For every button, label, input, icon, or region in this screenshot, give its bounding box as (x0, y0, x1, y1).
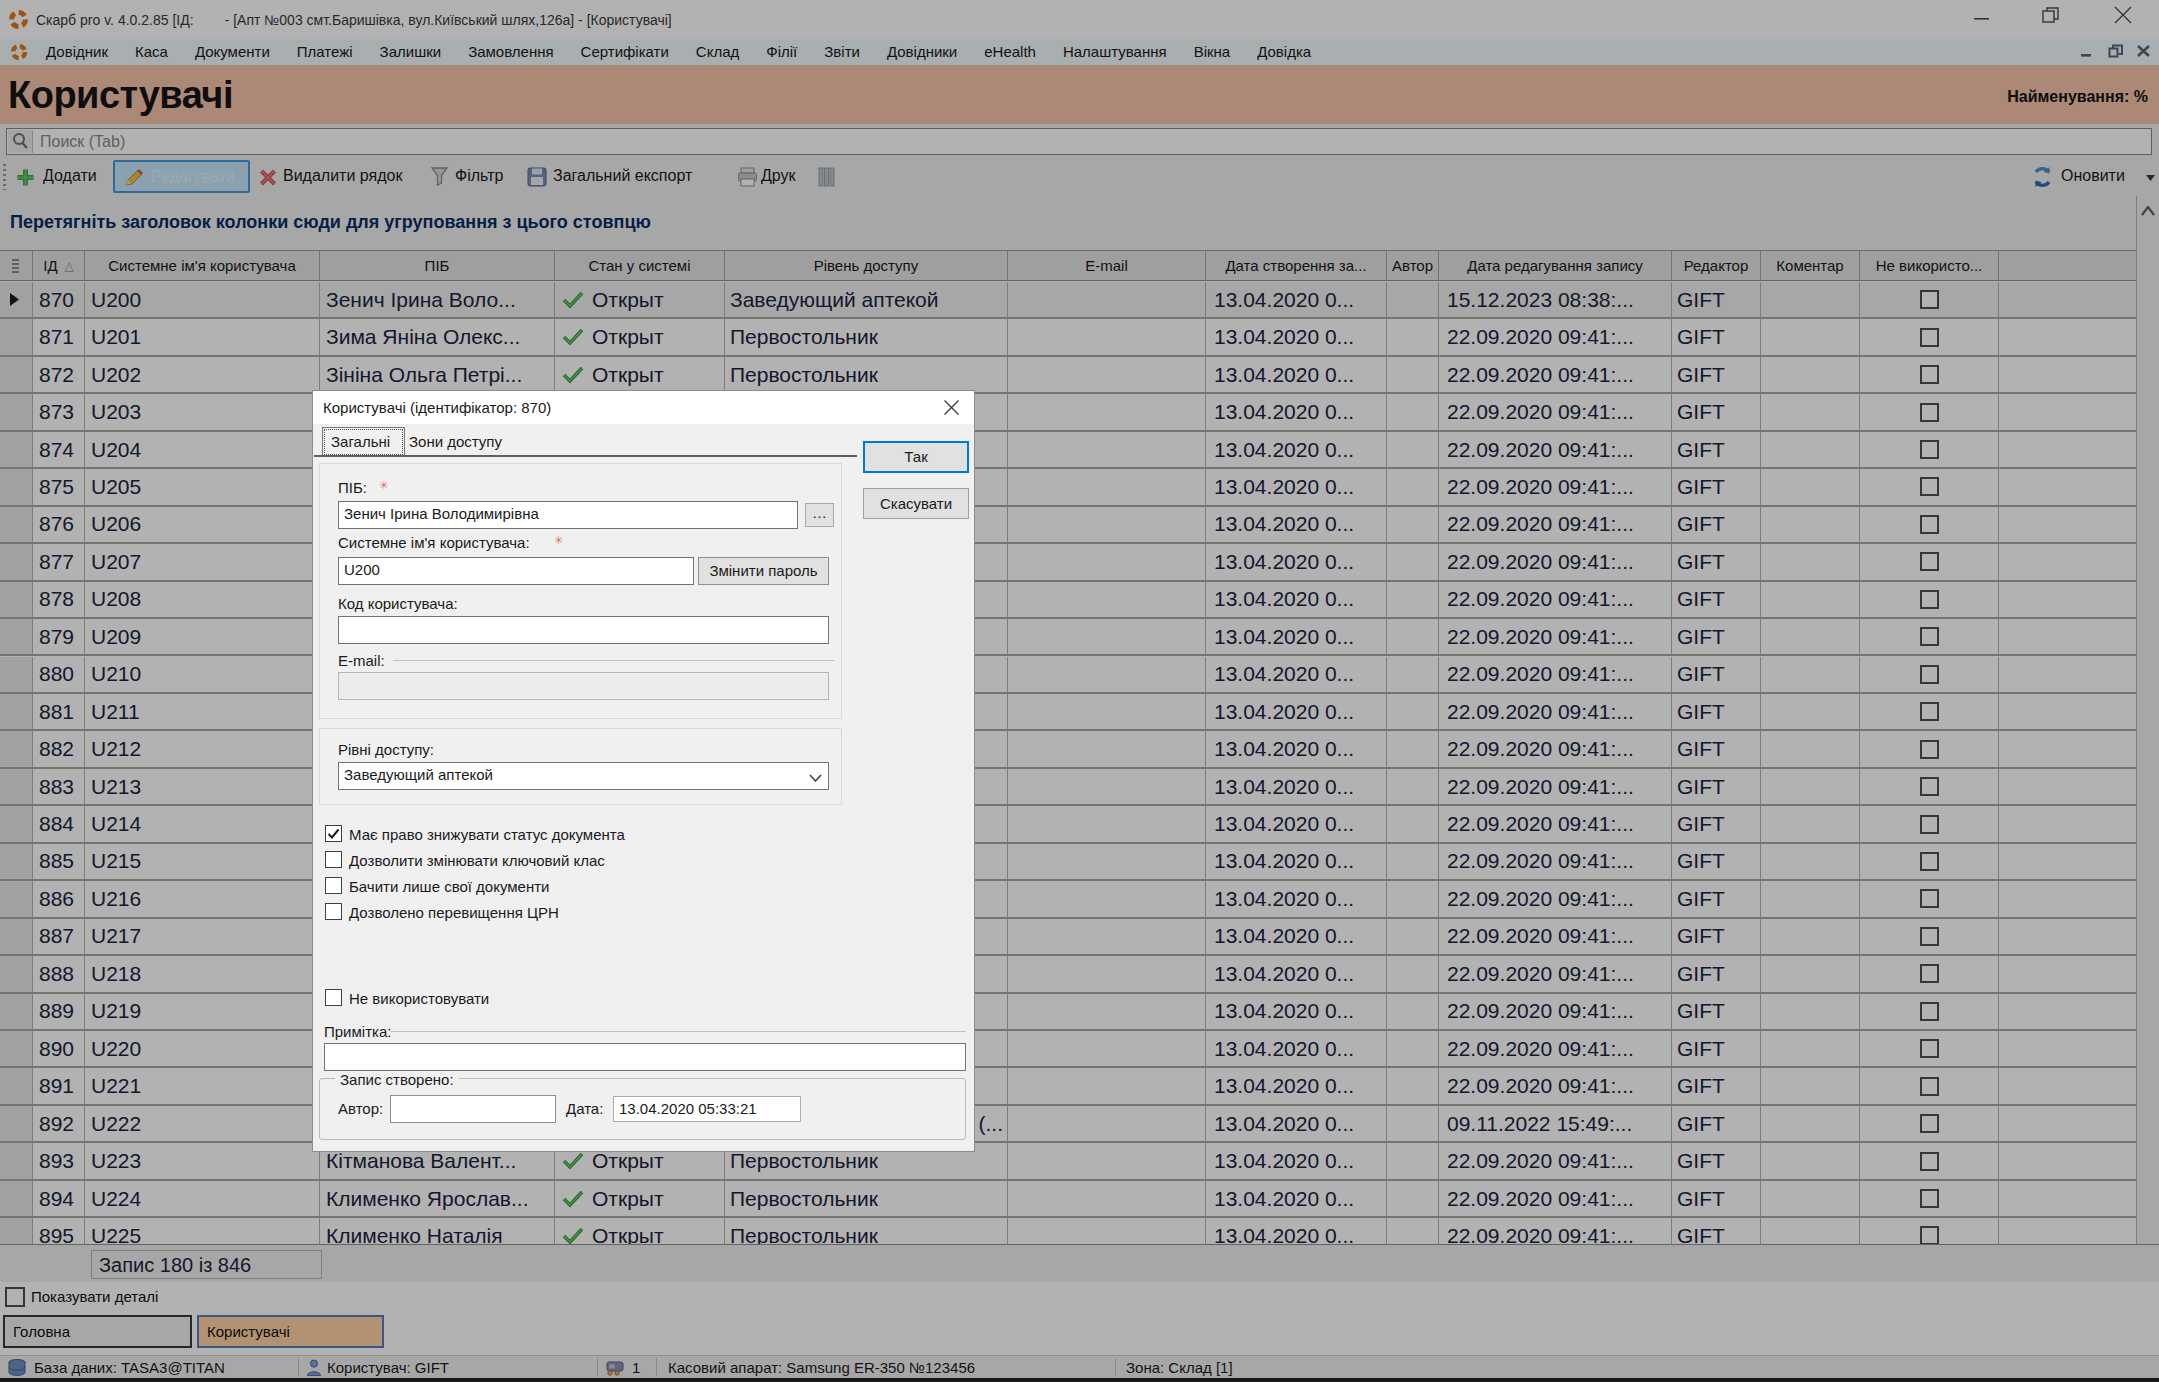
cancel-button[interactable]: Скасувати (863, 488, 969, 519)
note-divider (391, 1031, 966, 1032)
author-input[interactable] (390, 1095, 556, 1123)
sysname-input[interactable]: U200 (338, 557, 694, 585)
pib-input[interactable]: Зенич Ірина Володимирівна (338, 501, 798, 529)
sysname-required-mark: ✳ (554, 534, 563, 546)
email-divider (393, 660, 834, 661)
access-levels-label: Рівні доступу: (338, 741, 434, 758)
email-input[interactable] (338, 672, 829, 700)
dialog-checkbox-label-3: Бачити лише свої документи (349, 878, 549, 895)
date-label: Дата: (566, 1100, 603, 1117)
author-label: Автор: (338, 1100, 383, 1117)
dialog-checkbox-label-1: Має право знижувати статус документа (349, 826, 625, 843)
dialog-checkbox-2[interactable] (325, 851, 342, 868)
ok-button[interactable]: Так (863, 441, 969, 473)
dialog-tab-zony[interactable]: Зони доступу (409, 433, 502, 450)
dialog-title: Користувачі (ідентифікатор: 870) (323, 399, 551, 416)
app-window: Скарб pro v. 4.0.2.85 [ІД: - [Апт №003 с… (0, 0, 2159, 1382)
access-level-select[interactable]: Заведующий аптекой (338, 762, 829, 790)
dialog-checkbox-label-2: Дозволити змінювати ключовий клас (349, 852, 605, 869)
user-edit-dialog: Користувачі (ідентифікатор: 870) Загальн… (312, 390, 975, 1152)
pib-browse-button[interactable]: … (805, 503, 834, 527)
dialog-tab-underline (314, 455, 857, 457)
dialog-checkbox-3[interactable] (325, 877, 342, 894)
select-chevron-icon (809, 774, 822, 782)
checkbox-check-icon (326, 826, 341, 841)
date-input[interactable]: 13.04.2020 05:33:21 (613, 1096, 801, 1122)
usercode-input[interactable] (338, 616, 829, 644)
not-use-label: Не використовувати (349, 990, 489, 1007)
dialog-checkbox-1[interactable] (325, 825, 342, 842)
sysname-label: Системне ім'я користувача:✳ (338, 534, 563, 551)
dialog-tab-zagalni[interactable]: Загальні (322, 427, 405, 457)
dialog-checkbox-4[interactable] (325, 903, 342, 920)
pib-label: ПІБ:✳ (338, 479, 388, 496)
change-password-button[interactable]: Змінити пароль (698, 557, 829, 585)
dialog-checkbox-label-4: Дозволено перевищення ЦРН (349, 904, 559, 921)
note-label: Примітка: (324, 1023, 391, 1040)
note-input[interactable] (324, 1043, 966, 1071)
usercode-label: Код користувача: (338, 595, 458, 612)
not-use-checkbox[interactable] (325, 989, 342, 1006)
dialog-close-icon[interactable] (943, 399, 960, 416)
dialog-tab-zagalni-label: Загальні (331, 433, 390, 450)
email-label: E-mail: (338, 652, 385, 669)
dialog-title-bar[interactable]: Користувачі (ідентифікатор: 870) (313, 391, 974, 424)
record-created-caption: Запис створено: (335, 1071, 459, 1088)
pib-required-mark: ✳ (379, 479, 388, 491)
